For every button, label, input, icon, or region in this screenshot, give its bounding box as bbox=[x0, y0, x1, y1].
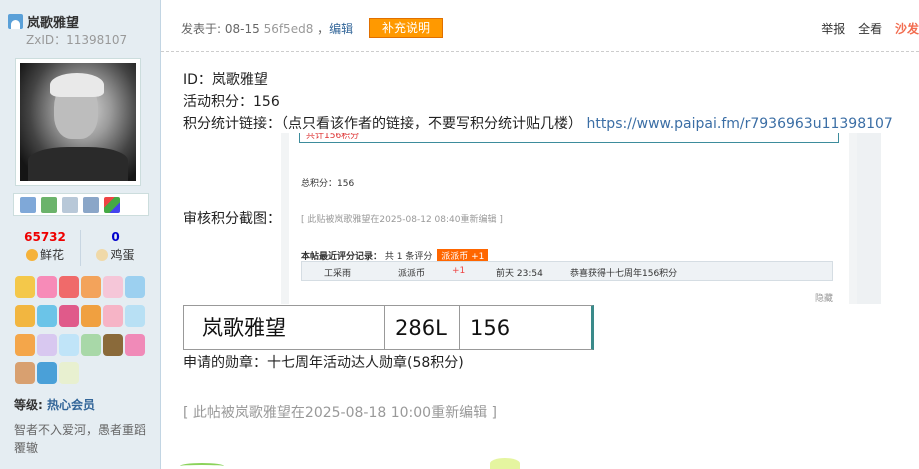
medal-icon[interactable] bbox=[103, 276, 123, 298]
rating-row: 工采雨 派派币 +1 前天 23:54 恭喜获得十七周年156积分 bbox=[301, 261, 833, 281]
mail-icon[interactable] bbox=[20, 197, 36, 213]
eggs-stat[interactable]: 0 鸡蛋 bbox=[80, 230, 150, 266]
edit-link[interactable]: 编辑 bbox=[329, 22, 353, 36]
post-header: 发表于: 08-15 56f5ed8 ，编辑 补充说明 举报 全看 沙发 bbox=[161, 10, 919, 52]
flower-icon bbox=[25, 249, 38, 261]
separator: ， bbox=[317, 22, 330, 36]
medal-icon[interactable] bbox=[81, 333, 101, 356]
avatar-shoulder bbox=[28, 147, 128, 181]
medal-icon[interactable] bbox=[15, 333, 35, 356]
search-icon[interactable] bbox=[62, 197, 78, 213]
flowers-stat[interactable]: 65732 鲜花 bbox=[10, 230, 80, 266]
post-hash: 56f5ed8 bbox=[263, 22, 314, 36]
blocks-icon[interactable] bbox=[104, 197, 120, 213]
medal-icon[interactable] bbox=[81, 276, 101, 298]
floor-label: 沙发 bbox=[894, 22, 919, 36]
row-type: 派派币 bbox=[398, 269, 426, 279]
medal-icon[interactable] bbox=[103, 333, 123, 356]
user-tools bbox=[13, 193, 149, 216]
medal-grid bbox=[15, 276, 151, 388]
profile-icon[interactable] bbox=[83, 197, 99, 213]
floor-name: 岚歌雅望 bbox=[184, 306, 385, 349]
medal-icon[interactable] bbox=[59, 333, 79, 356]
flowers-label: 鲜花 bbox=[39, 248, 64, 262]
medal-icon[interactable] bbox=[37, 333, 57, 356]
posted-date: 发表于: 08-15 bbox=[181, 22, 260, 36]
screenshot-topbar: 共计156积分 bbox=[299, 133, 839, 143]
edit-note: [ 此帖被岚歌雅望在2025-08-18 10:00重新编辑 ] bbox=[183, 405, 497, 421]
floor-points: 156 bbox=[470, 316, 511, 340]
posted-info: 发表于: 08-15 56f5ed8 ，编辑 bbox=[181, 20, 353, 37]
review-screenshot: 共计156积分 总积分：156 [ 此贴被岚歌雅望在2025-08-12 08:… bbox=[281, 133, 881, 304]
flowers-count: 65732 bbox=[24, 230, 66, 244]
post-actions: 举报 全看 沙发 bbox=[812, 20, 919, 37]
medal-icon[interactable] bbox=[37, 362, 57, 385]
link-line: 积分统计链接：（点只看该作者的链接，不要写积分统计贴几楼） https://ww… bbox=[183, 113, 893, 135]
medal-icon[interactable] bbox=[59, 362, 79, 385]
screenshot-margin bbox=[857, 133, 881, 304]
screenshot-edit-note: [ 此贴被岚歌雅望在2025-08-12 08:40重新编辑 ] bbox=[301, 215, 503, 225]
avatar-hair bbox=[50, 73, 104, 97]
review-label: 审核积分截图： bbox=[183, 211, 281, 227]
screenshot-hide: 隐藏 bbox=[814, 294, 833, 304]
medal-icon[interactable] bbox=[125, 276, 145, 298]
flowers-label-wrap: 鲜花 bbox=[10, 246, 80, 263]
user-sidebar: 岚歌雅望 ZxID：11398107 65732 鲜花 0 鸡蛋 等级: 热心会… bbox=[0, 0, 161, 469]
eggs-count: 0 bbox=[111, 230, 120, 244]
medal-icon[interactable] bbox=[37, 276, 57, 298]
row-user: 工采雨 bbox=[324, 269, 352, 279]
eggs-label: 鸡蛋 bbox=[110, 248, 135, 262]
user-level: 等级: 热心会员 bbox=[14, 396, 95, 413]
link-label: 积分统计链接：（点只看该作者的链接，不要写积分统计贴几楼） bbox=[183, 116, 582, 132]
user-signature: 智者不入爱河，愚者重蹈覆辙 bbox=[14, 423, 147, 455]
report-link[interactable]: 举报 bbox=[821, 22, 845, 36]
screenshot-top-text: 共计156积分 bbox=[306, 133, 360, 141]
post-content: ID：岚歌雅望 活动积分：156 积分统计链接：（点只看该作者的链接，不要写积分… bbox=[183, 69, 893, 135]
decoration-leaf bbox=[180, 463, 224, 469]
id-line: ID：岚歌雅望 bbox=[183, 72, 268, 88]
medal-icon[interactable] bbox=[125, 333, 145, 356]
supplement-button[interactable]: 补充说明 bbox=[369, 18, 443, 38]
floor-number: 286L bbox=[385, 306, 460, 349]
row-reason: 恭喜获得十七周年156积分 bbox=[570, 269, 678, 279]
avatar[interactable] bbox=[20, 63, 136, 181]
user-icon bbox=[8, 14, 23, 29]
medal-icon[interactable] bbox=[37, 304, 57, 327]
avatar-frame bbox=[15, 58, 141, 186]
medal-icon[interactable] bbox=[59, 304, 79, 327]
add-friend-icon[interactable] bbox=[41, 197, 57, 213]
medal-icon[interactable] bbox=[125, 304, 145, 327]
medal-icon[interactable] bbox=[103, 304, 123, 327]
medal-icon[interactable] bbox=[15, 304, 35, 327]
medal-icon[interactable] bbox=[81, 304, 101, 327]
points-line: 活动积分：156 bbox=[183, 94, 280, 110]
user-stats: 65732 鲜花 0 鸡蛋 bbox=[10, 230, 150, 266]
user-zxid: ZxID：11398107 bbox=[26, 33, 128, 47]
eggs-label-wrap: 鸡蛋 bbox=[81, 246, 150, 263]
screenshot-body: 共计156积分 总积分：156 [ 此贴被岚歌雅望在2025-08-12 08:… bbox=[289, 133, 849, 304]
username[interactable]: 岚歌雅望 bbox=[27, 12, 79, 31]
row-value: +1 bbox=[452, 266, 466, 276]
screenshot-total: 总积分：156 bbox=[301, 179, 355, 189]
level-link[interactable]: 热心会员 bbox=[47, 398, 95, 412]
stats-link[interactable]: https://www.paipai.fm/r7936963u11398107 bbox=[586, 116, 892, 132]
view-all-link[interactable]: 全看 bbox=[858, 22, 882, 36]
medal-apply: 申请的勋章：十七周年活动达人勋章(58积分) bbox=[183, 355, 464, 371]
medal-icon[interactable] bbox=[15, 362, 35, 385]
row-time: 前天 23:54 bbox=[496, 269, 543, 279]
egg-icon bbox=[96, 249, 109, 261]
medal-icon[interactable] bbox=[15, 276, 35, 298]
decoration-blob bbox=[490, 458, 520, 469]
user-header: 岚歌雅望 bbox=[8, 12, 79, 31]
floor-table: 岚歌雅望 286L 156 bbox=[183, 305, 594, 350]
medal-icon[interactable] bbox=[59, 276, 79, 298]
level-label: 等级: bbox=[14, 398, 43, 412]
